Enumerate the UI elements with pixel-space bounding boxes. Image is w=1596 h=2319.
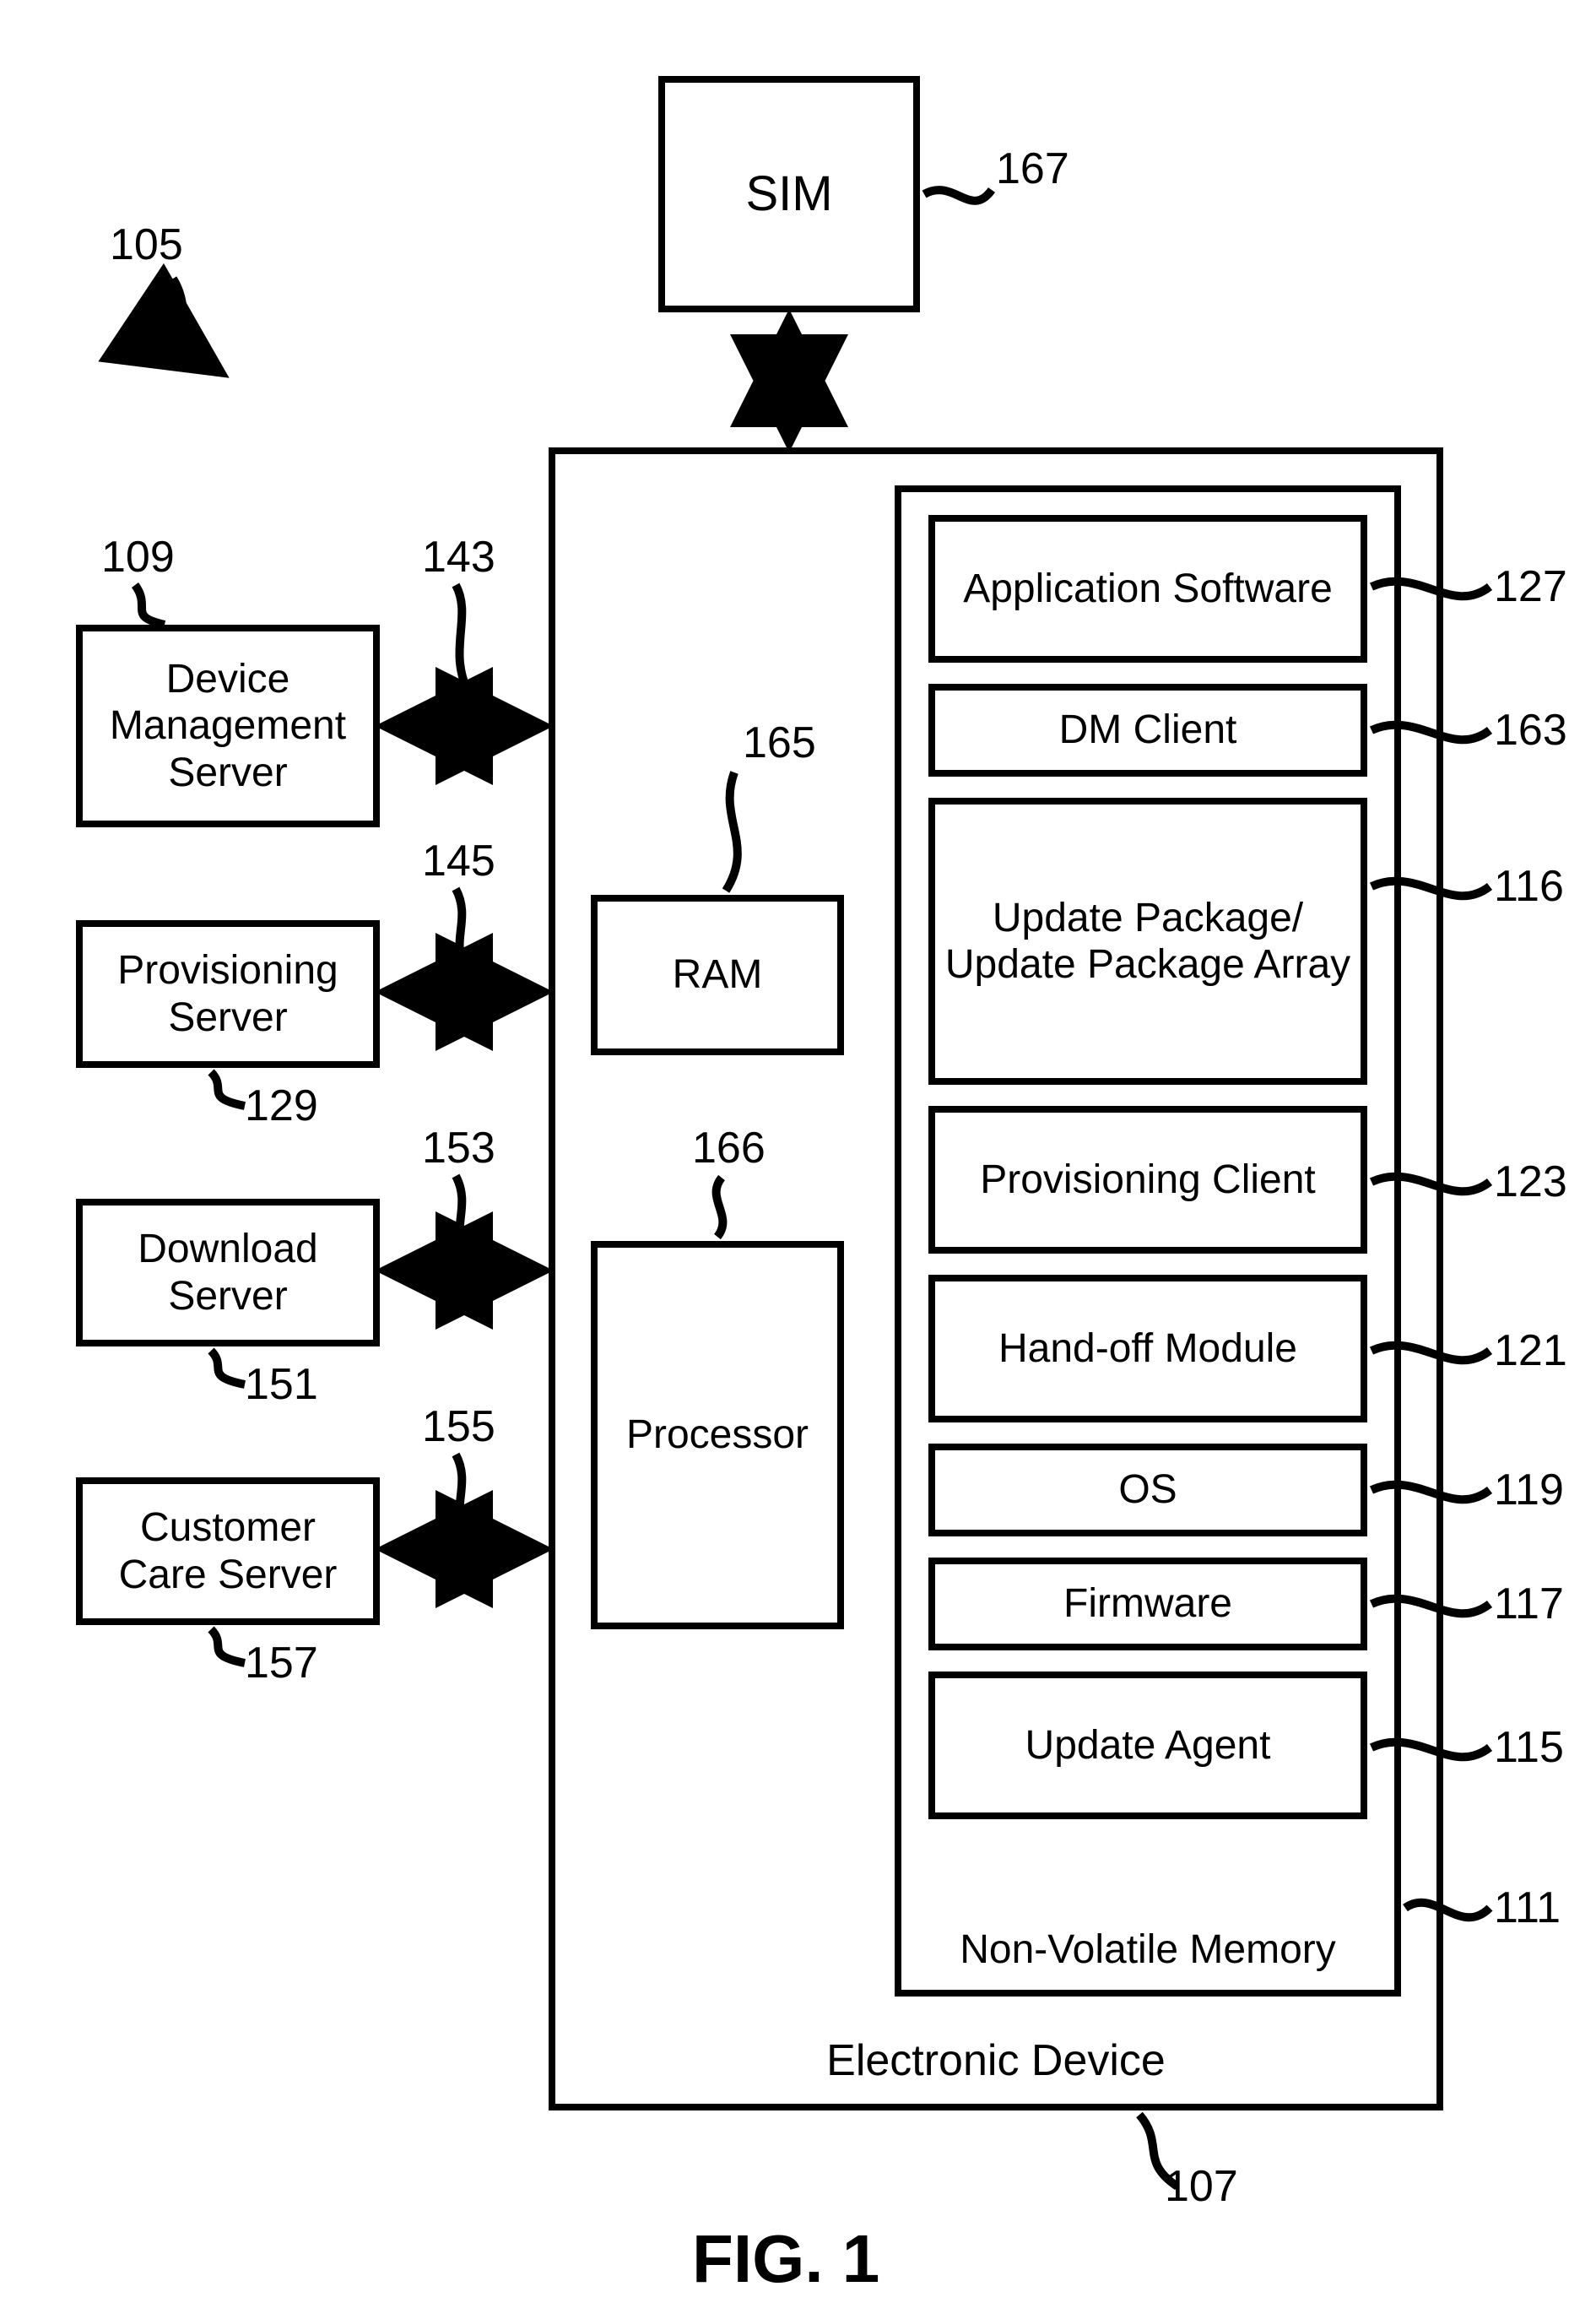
firmware-text: Firmware	[1063, 1580, 1232, 1627]
electronic-device-label: Electronic Device	[555, 2036, 1436, 2087]
processor-text: Processor	[626, 1411, 809, 1458]
ref-163: 163	[1494, 705, 1567, 756]
ref-143: 143	[422, 532, 495, 582]
provisioning-client-box: Provisioning Client	[928, 1106, 1367, 1254]
ref-167: 167	[996, 144, 1069, 194]
app-software-box: Application Software	[928, 515, 1367, 663]
provisioning-client-text: Provisioning Client	[980, 1157, 1316, 1203]
figure-label: FIG. 1	[692, 2220, 879, 2298]
ref-145: 145	[422, 836, 495, 886]
ref-155: 155	[422, 1401, 495, 1452]
ref-117: 117	[1494, 1579, 1564, 1629]
update-agent-box: Update Agent	[928, 1672, 1367, 1819]
ref-157: 157	[245, 1638, 318, 1688]
dm-client-box: DM Client	[928, 684, 1367, 777]
processor-box: Processor	[591, 1241, 844, 1629]
os-box: OS	[928, 1444, 1367, 1536]
update-package-box: Update Package/ Update Package Array	[928, 798, 1367, 1085]
ref-129: 129	[245, 1081, 318, 1131]
firmware-box: Firmware	[928, 1558, 1367, 1650]
ref-105: 105	[110, 219, 183, 270]
download-server-box: Download Server	[76, 1199, 380, 1346]
ref-109: 109	[101, 532, 175, 582]
update-package-text: Update Package/ Update Package Array	[944, 895, 1352, 988]
ram-text: RAM	[673, 951, 763, 998]
ref-116: 116	[1494, 861, 1564, 912]
dm-client-text: DM Client	[1059, 707, 1237, 753]
ref-119: 119	[1494, 1465, 1564, 1515]
customer-care-server-text: Customer Care Server	[91, 1504, 365, 1597]
handoff-module-box: Hand-off Module	[928, 1275, 1367, 1422]
update-agent-text: Update Agent	[1025, 1722, 1271, 1769]
dms-box: Device Management Server	[76, 625, 380, 827]
nvm-label: Non-Volatile Memory	[901, 1926, 1394, 1973]
ref-151: 151	[245, 1359, 318, 1410]
customer-care-server-box: Customer Care Server	[76, 1477, 380, 1625]
ram-box: RAM	[591, 895, 844, 1055]
download-server-text: Download Server	[91, 1226, 365, 1319]
sim-text: SIM	[745, 166, 832, 223]
ref-165: 165	[743, 718, 816, 768]
ref-166: 166	[692, 1123, 766, 1173]
app-software-text: Application Software	[963, 566, 1333, 612]
ref-107: 107	[1165, 2161, 1238, 2212]
ref-127: 127	[1494, 561, 1567, 612]
ref-123: 123	[1494, 1157, 1567, 1207]
handoff-module-text: Hand-off Module	[998, 1325, 1297, 1372]
ref-121: 121	[1494, 1325, 1567, 1376]
ref-111: 111	[1494, 1883, 1561, 1933]
dms-text: Device Management Server	[91, 656, 365, 796]
os-text: OS	[1118, 1466, 1177, 1513]
ref-115: 115	[1494, 1722, 1564, 1773]
provisioning-server-text: Provisioning Server	[91, 947, 365, 1040]
provisioning-server-box: Provisioning Server	[76, 920, 380, 1068]
sim-box: SIM	[658, 76, 920, 312]
ref-153: 153	[422, 1123, 495, 1173]
